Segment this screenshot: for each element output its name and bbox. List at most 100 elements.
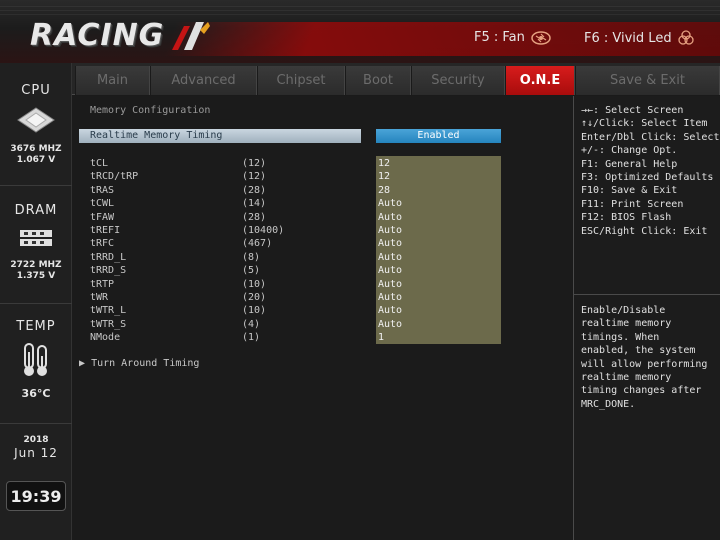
timing-current-value: (4): [242, 318, 261, 330]
timing-setting-value[interactable]: 12: [376, 157, 501, 170]
timing-setting-value[interactable]: Auto: [376, 224, 501, 237]
timing-label: tREFI: [90, 225, 121, 236]
tab-security[interactable]: Security: [411, 66, 505, 95]
timing-current-value: (10): [242, 278, 267, 290]
timing-setting-value[interactable]: Auto: [376, 318, 501, 331]
timing-current-value: (5): [242, 265, 261, 277]
turn-around-timing-link[interactable]: ▶ Turn Around Timing: [79, 358, 199, 369]
cpu-title: CPU: [21, 83, 51, 98]
dram-section: DRAM 2722 MHZ 1.375 V: [0, 203, 72, 282]
timing-label: tRCD/tRP: [90, 171, 139, 183]
timing-row[interactable]: tCWL (14) Auto: [72, 197, 572, 210]
temp-title: TEMP: [16, 319, 56, 334]
timing-setting-value[interactable]: Auto: [376, 304, 501, 317]
help-divider: [574, 294, 720, 295]
led-hotkey-label: F6 : Vivid Led: [584, 30, 672, 46]
timing-label: NMode: [90, 332, 121, 344]
tab-one[interactable]: O.N.E: [505, 66, 575, 95]
timing-row[interactable]: tWTR_S (4) Auto: [72, 318, 572, 331]
timing-label: tFAW: [90, 211, 115, 223]
temp-value: 36°C: [21, 387, 51, 400]
timing-current-value: (1): [242, 332, 261, 344]
clock-display: 19:39: [6, 481, 66, 511]
thermometer-icon: [24, 343, 47, 376]
tab-main[interactable]: Main: [75, 66, 150, 95]
timing-setting-value[interactable]: 28: [376, 184, 501, 197]
timing-setting-value[interactable]: Auto: [376, 211, 501, 224]
timing-label: tRAS: [90, 184, 115, 196]
date-section: 2018 Jun 12: [0, 435, 72, 460]
submenu-arrow-icon: ▶: [79, 358, 86, 369]
timing-label: tWR: [90, 292, 109, 303]
timing-label: tRRD_L: [90, 251, 127, 263]
timing-label: tWTR_S: [90, 318, 127, 330]
timing-setting-value[interactable]: Auto: [376, 251, 501, 264]
led-rings-icon: [677, 30, 694, 45]
timing-row[interactable]: tRRD_S (5) Auto: [72, 264, 572, 277]
turn-around-timing-label: Turn Around Timing: [91, 358, 200, 369]
timing-current-value: (28): [242, 184, 267, 196]
timing-row[interactable]: tRRD_L (8) Auto: [72, 251, 572, 264]
timing-current-value: (14): [242, 198, 267, 210]
cpu-section: CPU 3676 MHZ 1.067 V: [0, 83, 72, 166]
timing-row[interactable]: tREFI (10400) Auto: [72, 224, 572, 237]
tab-advanced[interactable]: Advanced: [150, 66, 257, 95]
timing-label: tRRD_S: [90, 265, 127, 277]
timing-setting-value[interactable]: 1: [376, 331, 501, 344]
system-status-sidebar: CPU 3676 MHZ 1.067 V DRAM 2722 MHZ 1.375…: [0, 63, 72, 540]
timing-current-value: (467): [242, 238, 273, 250]
timing-row[interactable]: tRAS (28) 28: [72, 184, 572, 197]
dram-voltage: 1.375 V: [16, 271, 56, 281]
section-title: Memory Configuration: [90, 105, 211, 116]
fan-hotkey[interactable]: F5 : Fan: [474, 30, 551, 45]
timing-row[interactable]: NMode (1) 1: [72, 331, 572, 344]
timing-row[interactable]: tWR (20) Auto: [72, 291, 572, 304]
date-year: 2018: [23, 435, 49, 445]
timing-setting-value[interactable]: Auto: [376, 264, 501, 277]
dram-frequency: 2722 MHZ: [10, 260, 62, 270]
racing-logo: RACING: [30, 18, 165, 53]
realtime-memory-timing-item[interactable]: Realtime Memory Timing: [79, 129, 361, 143]
tab-boot[interactable]: Boot: [345, 66, 411, 95]
led-hotkey[interactable]: F6 : Vivid Led: [584, 30, 694, 46]
fan-icon: [531, 30, 551, 45]
timing-current-value: (10): [242, 305, 267, 317]
timing-row[interactable]: tCL (12) 12: [72, 157, 572, 170]
tab-save-exit[interactable]: Save & Exit: [575, 66, 720, 95]
timing-label: tCWL: [90, 198, 115, 210]
timing-current-value: (12): [242, 171, 267, 183]
timing-setting-value[interactable]: 12: [376, 170, 501, 183]
timing-current-value: (12): [242, 158, 267, 169]
timing-label: tCL: [90, 158, 109, 169]
tab-chipset[interactable]: Chipset: [257, 66, 345, 95]
help-key-legend: →←: Select Screen ↑↓/Click: Select Item …: [581, 105, 720, 237]
dram-module-icon: [20, 230, 52, 246]
dram-title: DRAM: [14, 203, 58, 218]
menu-tabs: Main Advanced Chipset Boot Security O.N.…: [72, 63, 720, 95]
fan-hotkey-label: F5 : Fan: [474, 30, 525, 45]
timing-row[interactable]: tWTR_L (10) Auto: [72, 304, 572, 317]
timing-label: tRFC: [90, 238, 115, 250]
timing-row[interactable]: tFAW (28) Auto: [72, 211, 572, 224]
cpu-frequency: 3676 MHZ: [10, 144, 62, 154]
timing-current-value: (20): [242, 292, 267, 303]
help-description: Enable/Disable realtime memory timings. …: [581, 305, 708, 410]
cpu-voltage: 1.067 V: [16, 155, 56, 165]
timing-current-value: (10400): [242, 225, 285, 236]
timing-label: tWTR_L: [90, 305, 127, 317]
timing-label: tRTP: [90, 278, 115, 290]
timing-current-value: (28): [242, 211, 267, 223]
cpu-chip-icon: [17, 107, 55, 133]
logo-x-mark-icon: [172, 22, 210, 50]
timing-row[interactable]: tRTP (10) Auto: [72, 278, 572, 291]
timing-setting-value[interactable]: Auto: [376, 278, 501, 291]
help-panel: →←: Select Screen ↑↓/Click: Select Item …: [573, 96, 720, 540]
timing-setting-value[interactable]: Auto: [376, 197, 501, 210]
timing-setting-value[interactable]: Auto: [376, 291, 501, 304]
temp-section: TEMP 36°C: [0, 319, 72, 399]
timing-setting-value[interactable]: Auto: [376, 237, 501, 250]
timing-row[interactable]: tRCD/tRP (12) 12: [72, 170, 572, 183]
timing-row[interactable]: tRFC (467) Auto: [72, 237, 572, 250]
realtime-memory-timing-value[interactable]: Enabled: [376, 129, 501, 143]
memory-configuration-panel: Memory Configuration Realtime Memory Tim…: [72, 96, 572, 540]
